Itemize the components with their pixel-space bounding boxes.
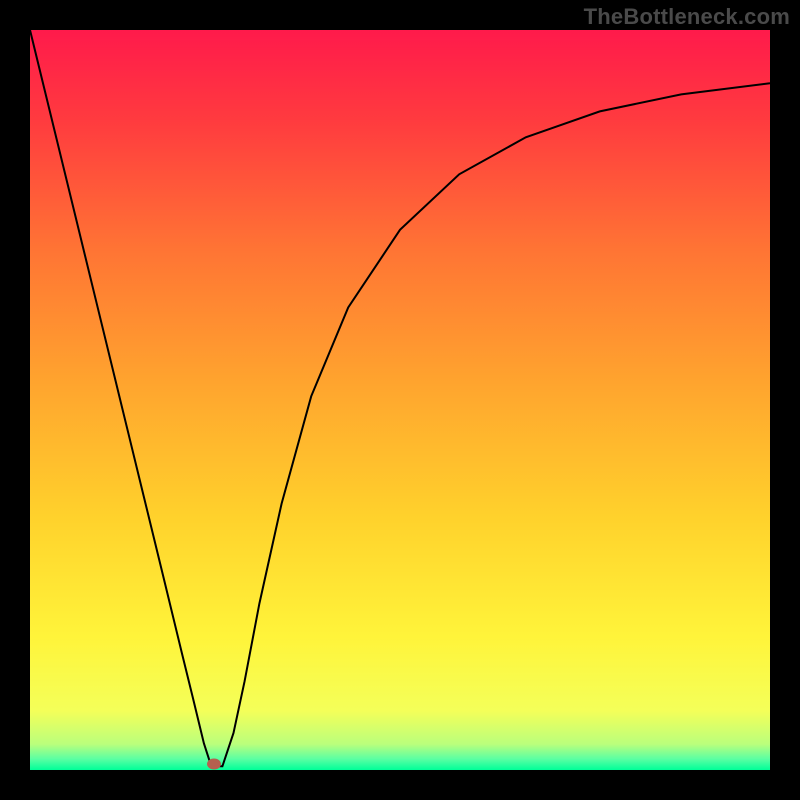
curve-layer (30, 30, 770, 770)
chart-frame: TheBottleneck.com (0, 0, 800, 800)
watermark-text: TheBottleneck.com (584, 4, 790, 30)
bottleneck-curve (30, 30, 770, 766)
optimal-point-marker (207, 759, 221, 770)
plot-area (30, 30, 770, 770)
